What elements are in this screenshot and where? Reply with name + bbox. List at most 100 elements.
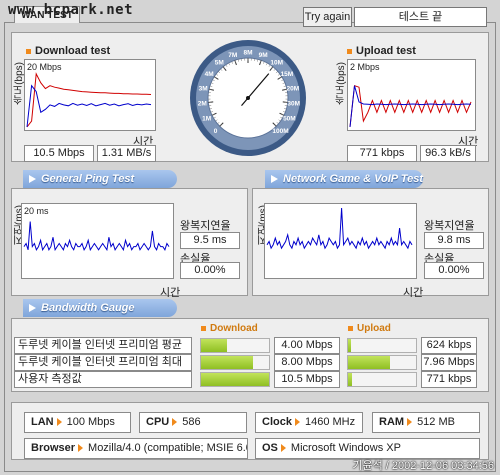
upload-bar-fill [348,373,353,386]
download-bar-fill [201,373,269,386]
arrow-right-icon [407,418,413,427]
download-title: Download test [26,45,110,57]
download-speed-value: 10.5 Mbps [24,145,94,162]
ram-info: RAM 512 MB [372,412,480,433]
gauge-tick-label: 20M [286,85,299,92]
orange-bullet-icon [201,325,206,331]
download-rate-value: 1.31 MB/s [97,145,156,162]
game-rtt-label: 왕복지연율 [424,220,475,232]
upload-bar [347,355,417,370]
gauge-tick-label: 15M [281,71,294,78]
game-loss-value: 0.00% [424,262,484,279]
speed-gauge: 0 1M 2M 3M 4M 5M 7M 8M 9M 10M 15M 20M 30M 50M 100M [188,38,308,158]
tab-network-game-voip-test[interactable]: Network Game & VoIP Test [265,170,423,188]
orange-bullet-icon [347,48,352,54]
ping-xlabel: 시간 [160,287,181,299]
orange-bullet-icon [26,48,31,54]
ping-scale: 20 ms [24,206,49,216]
chart-series-line [23,221,170,252]
gauge-dial: 01M 2M 3M 4M5M 7M 8M 9M10M 15M 20M 30M 50M 100M [190,40,306,156]
ping-chart: 20 ms [21,203,174,279]
lan-value: 100 Mbps [66,416,115,428]
chart-series-line [349,85,472,128]
ping-rtt-label: 왕복지연율 [180,220,231,232]
ping-loss-value: 0.00% [180,262,240,279]
gauge-tick-label: 30M [287,101,300,108]
gauge-tick-label: 7M [228,52,237,59]
upload-speed-value: 771 kbps [347,145,417,162]
upload-bar [347,372,417,387]
download-bar-fill [201,356,253,369]
upload-bar-value: 624 kbps [421,337,477,354]
arrow-right-icon [172,418,178,427]
arrow-right-icon [56,418,62,427]
gauge-tick-label: 8M [243,50,252,57]
gauge-tick-label: 4M [205,71,214,78]
download-scale: 20 Mbps [27,62,62,72]
clock-value: 1460 MHz [304,416,356,428]
try-again-button[interactable]: Try again [303,7,352,27]
upload-bar-value: 7.96 Mbps [421,354,477,371]
clock-info: Clock 1460 MHz [255,412,363,433]
upload-bar-fill [348,356,391,369]
upload-chart: 2 Mbps [347,59,476,131]
os-value: Microsoft Windows XP [290,442,401,454]
ping-rtt-value: 9.5 ms [180,232,240,249]
upload-scale: 2 Mbps [350,62,380,72]
tab-general-ping-test[interactable]: General Ping Test [23,170,177,188]
site-watermark: www.bcpark.net [8,2,134,18]
download-bar [200,355,270,370]
os-label: OS [262,442,278,454]
download-bar [200,338,270,353]
download-title-text: Download test [35,45,111,57]
game-xlabel: 시간 [403,287,424,299]
gauge-tick-label: 2M [198,101,207,108]
gauge-hub [246,96,250,100]
browser-info: Browser Mozilla/4.0 (compatible; MSIE 6.0 [24,438,248,459]
ram-value: 512 MB [417,416,455,428]
browser-label: Browser [31,442,76,454]
gauge-tick-label: 50M [283,116,296,123]
chart-series-line [266,207,413,250]
cpu-label: CPU [146,416,170,428]
game-chart-svg [266,207,413,250]
cpu-value: 586 [182,416,201,428]
upload-title-text: Upload test [356,45,416,57]
download-bar-value: 10.5 Mbps [274,371,340,388]
tab-bandwidth-gauge[interactable]: Bandwidth Gauge [23,299,177,317]
gauge-tick-label: 5M [215,60,224,67]
upload-rate-value: 96.3 kB/s [420,145,476,162]
game-chart [264,203,417,279]
bandwidth-row-label: 두루넷 케이블 인터넷 프리미엄 최대 [14,354,192,371]
download-bar-fill [201,339,227,352]
gauge-tick-label: 3M [199,85,208,92]
arrow-right-icon [78,444,84,453]
gauge-tick-label: 100M [272,128,288,135]
bandwidth-upload-head-text: Upload [357,323,391,334]
download-bar-value: 4.00 Mbps [274,337,340,354]
upload-bar-value: 771 kbps [421,371,477,388]
arrow-right-icon [280,444,286,453]
download-bar-value: 8.00 Mbps [274,354,340,371]
lan-label: LAN [31,416,54,428]
ram-label: RAM [379,416,405,428]
bandwidth-row-label: 두루넷 케이블 인터넷 프리미엄 평균 [14,337,192,354]
test-status: 테스트 끝 [354,7,487,27]
lan-info: LAN 100 Mbps [24,412,131,433]
footer-stamp: 기윤석 / 2002-12-06 03:34:56 [352,460,494,472]
game-rtt-value: 9.8 ms [424,232,484,249]
os-info: OS Microsoft Windows XP [255,438,480,459]
download-chart: 20 Mbps [24,59,156,131]
bandwidth-upload-head: Upload [348,323,391,334]
gauge-tick-label: 1M [202,116,211,123]
cpu-info: CPU 586 [139,412,247,433]
download-bar [200,372,270,387]
browser-value: Mozilla/4.0 (compatible; MSIE 6.0 [88,442,248,454]
arrow-right-icon [294,418,300,427]
gauge-tick-label: 0 [214,128,218,135]
bandwidth-download-head-text: Download [210,323,258,334]
upload-bar [347,338,417,353]
upload-bar-fill [348,339,352,352]
gauge-tick-label: 10M [270,60,283,67]
upload-title: Upload test [347,45,416,57]
